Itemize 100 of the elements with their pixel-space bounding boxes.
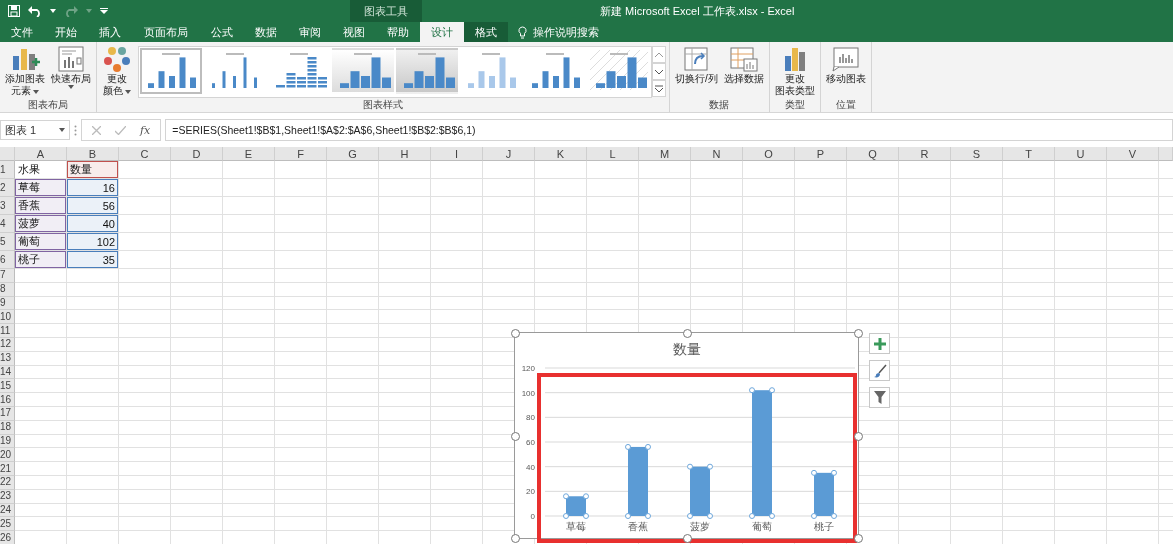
column-header[interactable]: H bbox=[379, 147, 431, 161]
column-header[interactable]: M bbox=[639, 147, 691, 161]
ribbon-tab[interactable]: 文件 bbox=[0, 22, 44, 42]
resize-handle[interactable] bbox=[854, 534, 863, 543]
ribbon-button[interactable]: 移动图表 bbox=[823, 46, 868, 84]
column-header[interactable]: G bbox=[327, 147, 379, 161]
column-header[interactable]: D bbox=[171, 147, 223, 161]
row-header[interactable]: 10 bbox=[0, 310, 15, 325]
more-styles-button[interactable] bbox=[652, 80, 666, 97]
row-header[interactable]: 6 bbox=[0, 251, 15, 269]
table-cell: 桃子 bbox=[15, 251, 67, 269]
column-header[interactable]: J bbox=[483, 147, 535, 161]
ribbon-tab[interactable]: 公式 bbox=[200, 22, 244, 42]
ribbon-button[interactable]: 选择数据 bbox=[721, 46, 766, 84]
row-header[interactable]: 3 bbox=[0, 197, 15, 215]
ribbon-button[interactable]: 添加图表 元素 bbox=[3, 46, 47, 96]
chart-style-option[interactable] bbox=[396, 48, 458, 94]
resize-handle[interactable] bbox=[854, 431, 863, 441]
ribbon-tab[interactable]: 审阅 bbox=[288, 22, 332, 42]
table-cell: 16 bbox=[67, 179, 119, 197]
grip-icon bbox=[74, 124, 77, 136]
column-header[interactable]: N bbox=[691, 147, 743, 161]
column-header[interactable]: O bbox=[743, 147, 795, 161]
column-header[interactable]: T bbox=[1003, 147, 1055, 161]
row-header[interactable]: 21 bbox=[0, 462, 15, 476]
ribbon-tab[interactable]: 数据 bbox=[244, 22, 288, 42]
axis-tick-label: 40 bbox=[526, 462, 535, 472]
ribbon-tab[interactable]: 设计 bbox=[420, 22, 464, 42]
chart-elements-button[interactable] bbox=[869, 333, 890, 354]
column-header[interactable]: Q bbox=[847, 147, 899, 161]
axis-category-label: 草莓 bbox=[566, 521, 586, 532]
row-header[interactable]: 15 bbox=[0, 379, 15, 394]
axis-tick-label: 0 bbox=[530, 512, 535, 521]
axis-category-label: 香蕉 bbox=[628, 521, 648, 532]
ribbon-button[interactable]: 更改 图表类型 bbox=[772, 46, 817, 96]
column-header[interactable]: V bbox=[1107, 147, 1159, 161]
column-header[interactable]: S bbox=[951, 147, 1003, 161]
ribbon-tab[interactable]: 页面布局 bbox=[132, 22, 200, 42]
palette-dots-icon bbox=[102, 46, 132, 72]
row-header[interactable]: 25 bbox=[0, 517, 15, 532]
column-header[interactable]: K bbox=[535, 147, 587, 161]
select-all-corner[interactable] bbox=[0, 147, 15, 161]
ribbon-button[interactable]: 切换行/列 bbox=[673, 46, 720, 84]
table-cell: 40 bbox=[67, 215, 119, 233]
ribbon-button[interactable]: 更改 颜色 bbox=[100, 46, 134, 96]
column-header[interactable] bbox=[1159, 147, 1173, 161]
row-header[interactable]: 16 bbox=[0, 393, 15, 407]
chart-style-option[interactable] bbox=[140, 48, 202, 94]
tell-me-search[interactable]: 操作说明搜索 bbox=[533, 24, 599, 40]
column-header[interactable]: U bbox=[1055, 147, 1107, 161]
row-header[interactable]: 2 bbox=[0, 179, 15, 197]
scroll-down-button[interactable] bbox=[652, 63, 666, 80]
name-box[interactable]: 图表 1 bbox=[0, 120, 70, 140]
filter-button[interactable] bbox=[869, 387, 890, 408]
row-header[interactable]: 1 bbox=[0, 161, 15, 179]
resize-handle[interactable] bbox=[854, 329, 863, 338]
column-header[interactable]: B bbox=[67, 147, 119, 161]
ribbon-tab[interactable]: 插入 bbox=[88, 22, 132, 42]
cancel-icon[interactable] bbox=[92, 125, 101, 135]
chart-styles-button[interactable] bbox=[869, 360, 890, 381]
axis-category-label: 葡萄 bbox=[752, 521, 772, 532]
ribbon-tab[interactable]: 视图 bbox=[332, 22, 376, 42]
resize-handle[interactable] bbox=[682, 329, 692, 338]
undo-icon[interactable] bbox=[28, 5, 42, 17]
brush-icon bbox=[872, 363, 887, 378]
ribbon-tab[interactable]: 格式 bbox=[464, 22, 508, 42]
ribbon-group-label: 数据 bbox=[708, 98, 731, 112]
row-header[interactable]: 26 bbox=[0, 531, 15, 544]
row-header[interactable]: 11 bbox=[0, 324, 15, 338]
redo-icon bbox=[64, 5, 78, 17]
column-header[interactable]: E bbox=[223, 147, 275, 161]
row-header[interactable]: 20 bbox=[0, 448, 15, 463]
ribbon-tab[interactable]: 帮助 bbox=[376, 22, 420, 42]
formula-field[interactable]: =SERIES(Sheet1!$B$1,Sheet1!$A$2:$A$6,Sheet1!$B$2:$B$6,1) bbox=[165, 119, 1173, 141]
axis-category-label: 菠萝 bbox=[690, 521, 710, 532]
quick-layout-icon bbox=[56, 46, 86, 72]
column-header[interactable]: F bbox=[275, 147, 327, 161]
checkmark-icon[interactable] bbox=[115, 125, 126, 135]
resize-handle[interactable] bbox=[682, 534, 692, 543]
column-header[interactable]: L bbox=[587, 147, 639, 161]
resize-handle[interactable] bbox=[511, 329, 520, 338]
save-icon[interactable] bbox=[8, 5, 20, 17]
row-header[interactable]: 4 bbox=[0, 215, 15, 233]
resize-handle[interactable] bbox=[511, 534, 520, 543]
resize-handle[interactable] bbox=[511, 431, 520, 441]
column-header[interactable]: R bbox=[899, 147, 951, 161]
table-cell: 数量 bbox=[67, 161, 119, 179]
ribbon-group-label: 图表样式 bbox=[362, 98, 404, 112]
row-header[interactable]: 5 bbox=[0, 233, 15, 251]
chart-style-option[interactable] bbox=[332, 48, 394, 94]
ribbon-button[interactable]: 快速布局 bbox=[49, 46, 93, 89]
column-header[interactable]: P bbox=[795, 147, 847, 161]
column-header[interactable]: A bbox=[15, 147, 67, 161]
column-header[interactable]: C bbox=[119, 147, 171, 161]
insert-function-button[interactable]: fx bbox=[140, 123, 151, 137]
customize-toolbar-icon[interactable] bbox=[100, 8, 108, 14]
row-header[interactable]: 7 bbox=[0, 269, 15, 283]
ribbon-tab[interactable]: 开始 bbox=[44, 22, 88, 42]
context-tab-header: 图表工具 bbox=[350, 0, 422, 22]
column-header[interactable]: I bbox=[431, 147, 483, 161]
